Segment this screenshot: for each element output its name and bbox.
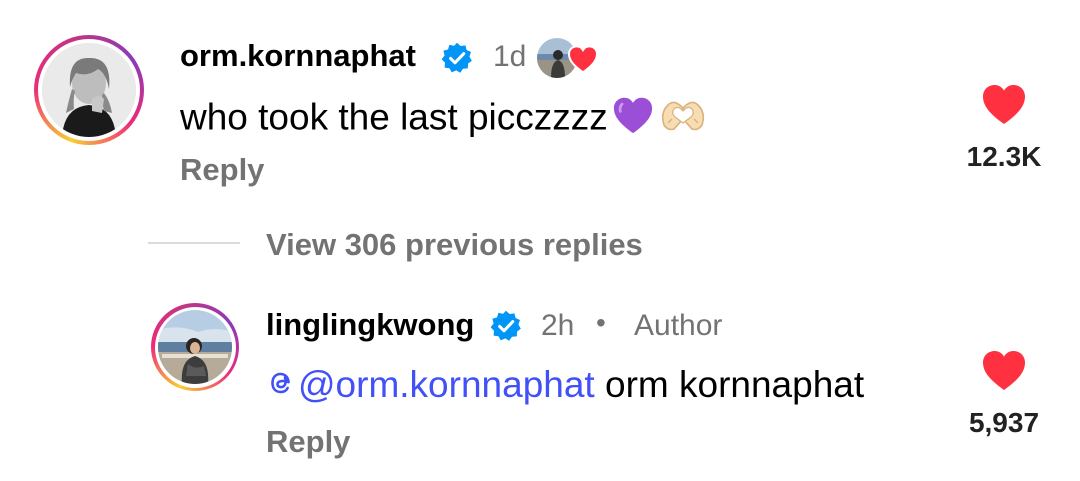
- profile-photo-orm: [42, 43, 136, 137]
- meta-separator-dot: •: [596, 307, 606, 338]
- avatar-lingling[interactable]: [151, 303, 239, 391]
- author-like-heart-icon: [567, 44, 599, 74]
- comment-like-heart-icon[interactable]: [980, 82, 1028, 126]
- reply-like-count: 5,937: [968, 407, 1040, 438]
- replies-divider-line: [148, 242, 240, 244]
- reply-text-row: @orm.kornnaphat orm kornnaphat: [266, 364, 864, 408]
- reply-mention-link[interactable]: @orm.kornnaphat: [298, 364, 595, 405]
- liked-by-author-indicator: [537, 38, 599, 80]
- reply-reply-button[interactable]: Reply: [266, 424, 350, 460]
- profile-photo-lingling: [158, 310, 232, 384]
- comment-text: who took the last picczzzz: [180, 96, 608, 138]
- verified-badge-icon: [441, 42, 473, 74]
- reply-like-heart-icon[interactable]: [980, 348, 1028, 392]
- view-previous-replies-button[interactable]: View 306 previous replies: [266, 227, 643, 263]
- purple-heart-emoji: [610, 95, 656, 144]
- reply-time: 2h: [541, 309, 575, 342]
- avatar-orm[interactable]: [34, 35, 144, 145]
- threads-icon[interactable]: [266, 366, 296, 408]
- comment-like-count: 12.3K: [966, 141, 1042, 172]
- reply-username[interactable]: linglingkwong: [266, 307, 474, 343]
- comment-reply-button[interactable]: Reply: [180, 152, 264, 188]
- comment-time: 1d: [493, 40, 527, 73]
- verified-badge-icon: [490, 310, 522, 342]
- heart-hands-emoji: [658, 95, 708, 144]
- reply-text: orm kornnaphat: [605, 364, 865, 405]
- comment-username[interactable]: orm.kornnaphat: [180, 38, 416, 74]
- comment-text-row: who took the last picczzzz: [180, 95, 708, 144]
- author-badge: Author: [634, 309, 723, 342]
